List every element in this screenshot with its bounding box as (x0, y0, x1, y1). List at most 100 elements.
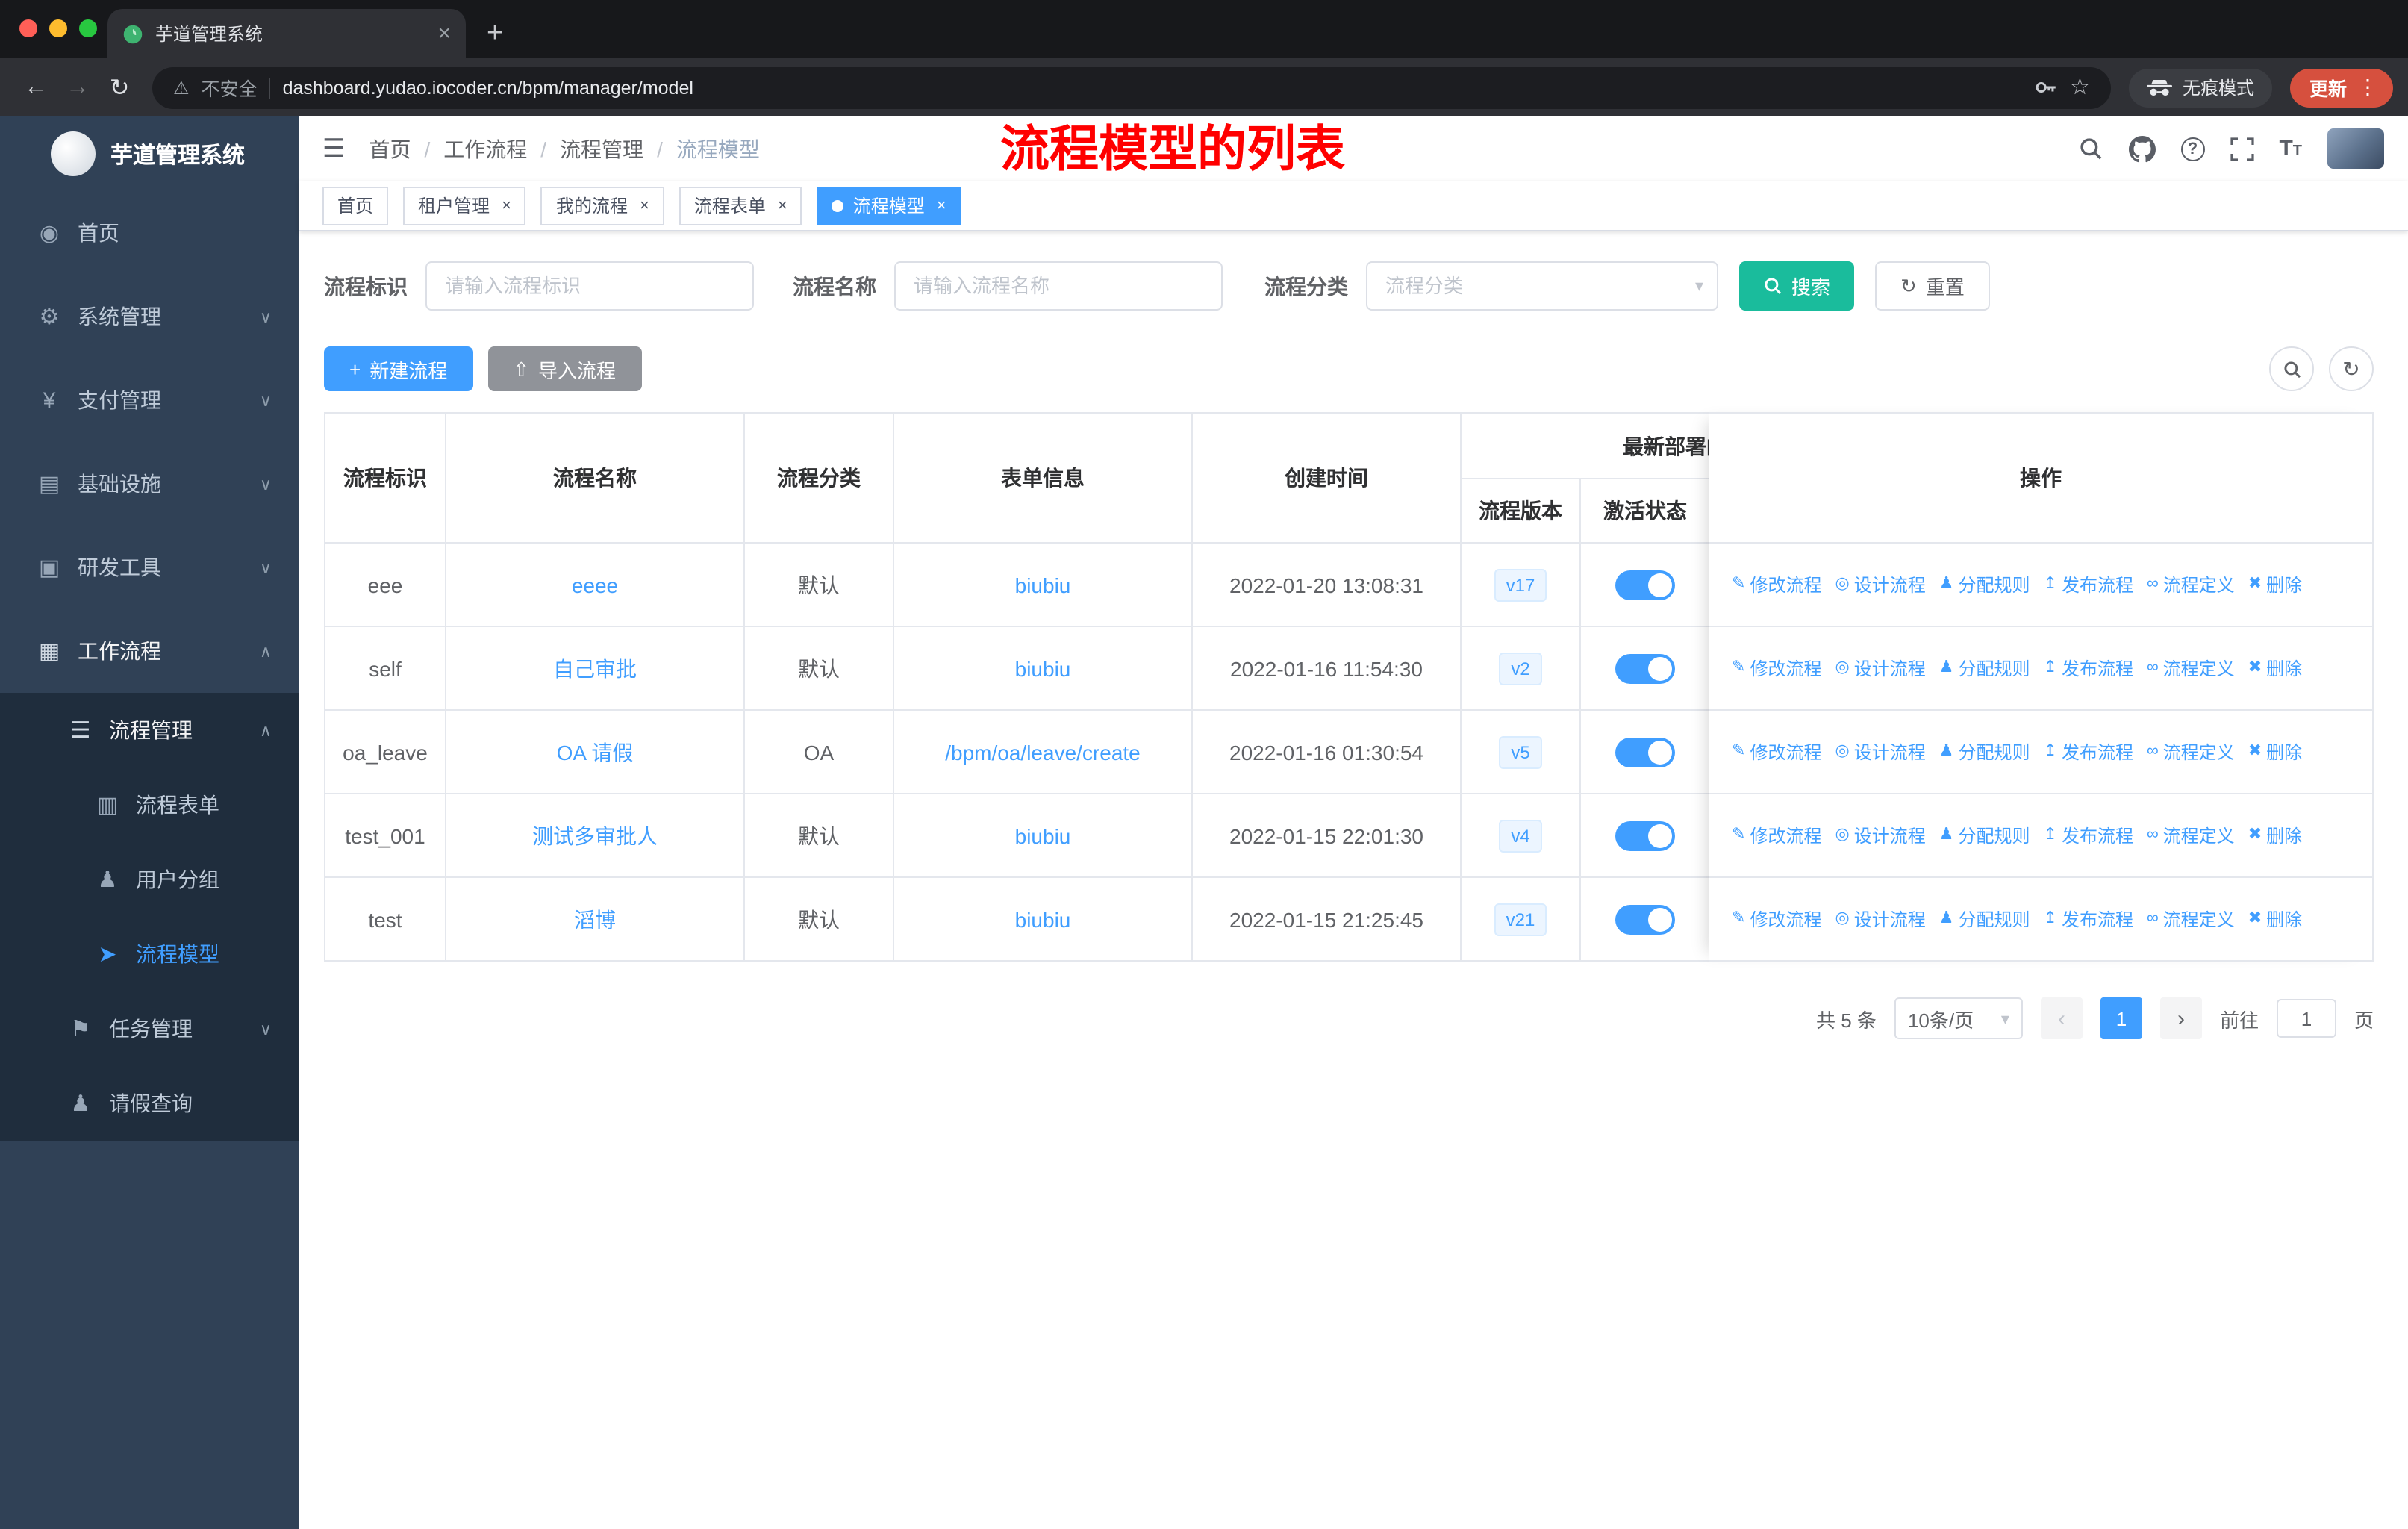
tag-home[interactable]: 首页 (322, 186, 389, 225)
design-process-link[interactable]: ◎ 设计流程 (1835, 823, 1925, 848)
sidebar-item-infrastructure[interactable]: ▤ 基础设施 ∨ (0, 442, 299, 526)
cell-process-name-link[interactable]: 滔博 (446, 878, 745, 962)
toggle-search-button[interactable] (2269, 346, 2314, 391)
hamburger-icon[interactable]: ☰ (322, 136, 346, 161)
tag-my-process[interactable]: 我的流程 × (540, 186, 664, 225)
cell-process-name-link[interactable]: 测试多审批人 (446, 794, 745, 878)
process-category-select-input[interactable] (1366, 261, 1718, 311)
tag-close-icon[interactable]: × (502, 196, 511, 214)
sidebar-item-home[interactable]: ◉ 首页 (0, 191, 299, 275)
tag-close-icon[interactable]: × (640, 196, 649, 214)
import-process-button[interactable]: ⇧ 导入流程 (487, 346, 642, 391)
edit-process-link[interactable]: ✎ 修改流程 (1732, 823, 1821, 848)
active-switch[interactable] (1615, 820, 1675, 850)
sidebar-item-user-group[interactable]: ♟ 用户分组 (0, 842, 299, 917)
refresh-table-button[interactable]: ↻ (2329, 346, 2374, 391)
sidebar-item-payment-management[interactable]: ¥ 支付管理 ∨ (0, 358, 299, 442)
bookmark-star-icon[interactable]: ☆ (2070, 76, 2090, 99)
tag-close-icon[interactable]: × (778, 196, 787, 214)
delete-link[interactable]: ✖ 删除 (2248, 906, 2302, 932)
edit-process-link[interactable]: ✎ 修改流程 (1732, 739, 1821, 764)
process-id-input[interactable] (425, 261, 754, 311)
cell-form-link[interactable]: biubiu (894, 794, 1193, 878)
update-button[interactable]: 更新 ⋮ (2289, 68, 2393, 107)
delete-link[interactable]: ✖ 删除 (2248, 739, 2302, 764)
back-button[interactable]: ← (15, 74, 57, 101)
browser-tab[interactable]: 芋道管理系统 × (107, 9, 466, 58)
assign-rule-link[interactable]: ♟ 分配规则 (1939, 655, 2030, 681)
process-definition-link[interactable]: ∞ 流程定义 (2147, 572, 2235, 597)
design-process-link[interactable]: ◎ 设计流程 (1835, 739, 1925, 764)
prev-page-button[interactable]: ‹ (2040, 997, 2083, 1039)
active-switch[interactable] (1615, 653, 1675, 683)
create-process-button[interactable]: + 新建流程 (324, 346, 473, 391)
zoom-window-button[interactable] (79, 19, 97, 37)
cell-process-name-link[interactable]: OA 请假 (446, 711, 745, 794)
tag-close-icon[interactable]: × (937, 196, 946, 214)
design-process-link[interactable]: ◎ 设计流程 (1835, 655, 1925, 681)
design-process-link[interactable]: ◎ 设计流程 (1835, 906, 1925, 932)
new-tab-button[interactable]: + (487, 19, 503, 48)
search-button[interactable]: 搜索 (1739, 261, 1855, 311)
publish-process-link[interactable]: ↥ 发布流程 (2044, 655, 2133, 681)
cell-form-link[interactable]: biubiu (894, 878, 1193, 962)
password-key-icon[interactable] (2033, 75, 2058, 100)
publish-process-link[interactable]: ↥ 发布流程 (2044, 906, 2133, 932)
process-definition-link[interactable]: ∞ 流程定义 (2147, 906, 2235, 932)
process-definition-link[interactable]: ∞ 流程定义 (2147, 739, 2235, 764)
publish-process-link[interactable]: ↥ 发布流程 (2044, 823, 2133, 848)
process-definition-link[interactable]: ∞ 流程定义 (2147, 823, 2235, 848)
user-avatar[interactable] (2327, 128, 2384, 169)
forward-button[interactable]: → (57, 74, 99, 101)
tag-tenant-management[interactable]: 租户管理 × (403, 186, 526, 225)
breadcrumb-process-management[interactable]: 流程管理 (560, 134, 643, 164)
sidebar-item-dev-tools[interactable]: ▣ 研发工具 ∨ (0, 526, 299, 609)
address-bar[interactable]: ⚠ 不安全 dashboard.yudao.iocoder.cn/bpm/man… (152, 66, 2111, 108)
help-icon[interactable]: ? (2180, 137, 2205, 161)
page-size-select[interactable]: 10条/页 ▾ (1894, 997, 2023, 1039)
assign-rule-link[interactable]: ♟ 分配规则 (1939, 572, 2030, 597)
process-name-input[interactable] (894, 261, 1223, 311)
goto-page-input[interactable] (2276, 999, 2336, 1038)
reload-button[interactable]: ↻ (99, 72, 140, 102)
cell-form-link[interactable]: /bpm/oa/leave/create (894, 711, 1193, 794)
fullscreen-icon[interactable] (2230, 137, 2254, 161)
github-icon[interactable] (2128, 135, 2156, 162)
sidebar-item-process-form[interactable]: ▥ 流程表单 (0, 767, 299, 842)
assign-rule-link[interactable]: ♟ 分配规则 (1939, 906, 2030, 932)
edit-process-link[interactable]: ✎ 修改流程 (1732, 655, 1821, 681)
tag-process-form[interactable]: 流程表单 × (679, 186, 802, 225)
edit-process-link[interactable]: ✎ 修改流程 (1732, 572, 1821, 597)
active-switch[interactable] (1615, 570, 1675, 600)
publish-process-link[interactable]: ↥ 发布流程 (2044, 572, 2133, 597)
breadcrumb-workflow[interactable]: 工作流程 (443, 134, 527, 164)
assign-rule-link[interactable]: ♟ 分配规则 (1939, 823, 2030, 848)
publish-process-link[interactable]: ↥ 发布流程 (2044, 739, 2133, 764)
sidebar-item-system-management[interactable]: ⚙ 系统管理 ∨ (0, 275, 299, 358)
sidebar-item-workflow[interactable]: ▦ 工作流程 ∧ (0, 609, 299, 693)
active-switch[interactable] (1615, 904, 1675, 934)
delete-link[interactable]: ✖ 删除 (2248, 655, 2302, 681)
minimize-window-button[interactable] (49, 19, 67, 37)
sidebar-item-task-management[interactable]: ⚑ 任务管理 ∨ (0, 991, 299, 1066)
cell-form-link[interactable]: biubiu (894, 544, 1193, 627)
design-process-link[interactable]: ◎ 设计流程 (1835, 572, 1925, 597)
cell-process-name-link[interactable]: eeee (446, 544, 745, 627)
tag-process-model[interactable]: 流程模型 × (817, 186, 961, 225)
search-icon[interactable] (2077, 136, 2103, 161)
breadcrumb-home[interactable]: 首页 (369, 134, 411, 164)
process-category-select[interactable]: ▾ (1366, 261, 1718, 311)
close-window-button[interactable] (19, 19, 37, 37)
next-page-button[interactable]: › (2159, 997, 2202, 1039)
process-definition-link[interactable]: ∞ 流程定义 (2147, 655, 2235, 681)
cell-process-name-link[interactable]: 自己审批 (446, 627, 745, 711)
delete-link[interactable]: ✖ 删除 (2248, 572, 2302, 597)
page-1-button[interactable]: 1 (2100, 997, 2142, 1039)
delete-link[interactable]: ✖ 删除 (2248, 823, 2302, 848)
font-size-icon[interactable]: TT (2279, 137, 2302, 160)
assign-rule-link[interactable]: ♟ 分配规则 (1939, 739, 2030, 764)
tab-close-icon[interactable]: × (437, 22, 451, 45)
sidebar-item-leave-query[interactable]: ♟ 请假查询 (0, 1066, 299, 1141)
active-switch[interactable] (1615, 737, 1675, 767)
sidebar-item-process-model[interactable]: ➤ 流程模型 (0, 917, 299, 991)
